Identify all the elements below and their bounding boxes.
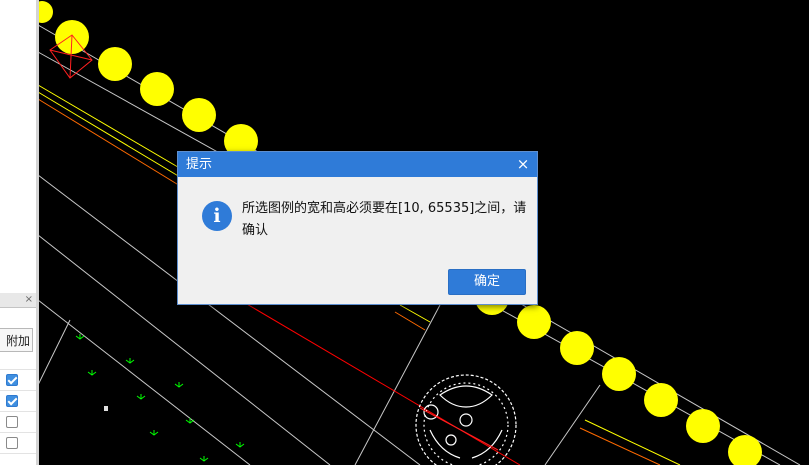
road-line [419, 407, 499, 451]
row-divider [0, 390, 36, 391]
prompt-dialog: 提示 × i 所选图例的宽和高必须要在[10, 65535]之间，请确认 确定 [177, 151, 538, 305]
tree-symbol [87, 370, 97, 376]
drawing-marker [104, 406, 108, 411]
attach-checkbox[interactable] [6, 437, 18, 449]
row-divider [0, 453, 36, 454]
legend-panel-header: × [0, 293, 36, 308]
close-icon[interactable]: × [509, 152, 537, 177]
edge-line [394, 311, 426, 331]
yellow-symbol [728, 435, 762, 465]
edge-line [579, 427, 661, 465]
row-divider [0, 369, 36, 370]
tree-symbol [149, 430, 159, 436]
edge-line [37, 84, 201, 181]
edge-line [584, 419, 681, 465]
attach-checkbox[interactable] [6, 374, 18, 386]
edge-line [37, 98, 191, 193]
info-icon: i [202, 201, 232, 231]
edge-line [37, 91, 196, 187]
tree-symbol [174, 382, 184, 388]
tree-symbol [125, 358, 135, 364]
edge-line [399, 304, 431, 323]
row-divider [0, 432, 36, 433]
tree-symbol [136, 394, 146, 400]
yellow-symbol [182, 98, 216, 132]
attach-checkbox[interactable] [6, 416, 18, 428]
tree-symbol [185, 418, 195, 424]
ornament-symbol [415, 374, 517, 465]
drawing-line [544, 384, 601, 465]
row-divider [0, 411, 36, 412]
drawing-line [37, 319, 71, 386]
panel-splitter[interactable] [36, 0, 39, 465]
yellow-symbol [644, 383, 678, 417]
yellow-symbol [140, 72, 174, 106]
dialog-title-bar[interactable]: 提示 × [178, 152, 537, 177]
yellow-symbol [602, 357, 636, 391]
attach-checkbox[interactable] [6, 395, 18, 407]
dialog-title: 提示 [186, 157, 213, 172]
tree-symbol [199, 456, 209, 462]
yellow-symbol [686, 409, 720, 443]
confirm-button[interactable]: 确定 [448, 269, 526, 295]
drawing-line [37, 299, 251, 465]
yellow-symbol [560, 331, 594, 365]
left-dock-panel: × 附加 [0, 0, 37, 465]
yellow-symbol [98, 47, 132, 81]
panel-close-button[interactable]: × [25, 293, 33, 307]
column-header-attach[interactable]: 附加 [0, 328, 33, 352]
tree-symbol [235, 442, 245, 448]
yellow-symbol [517, 305, 551, 339]
road-line [239, 299, 521, 465]
dialog-message: 所选图例的宽和高必须要在[10, 65535]之间，请确认 [242, 201, 527, 238]
